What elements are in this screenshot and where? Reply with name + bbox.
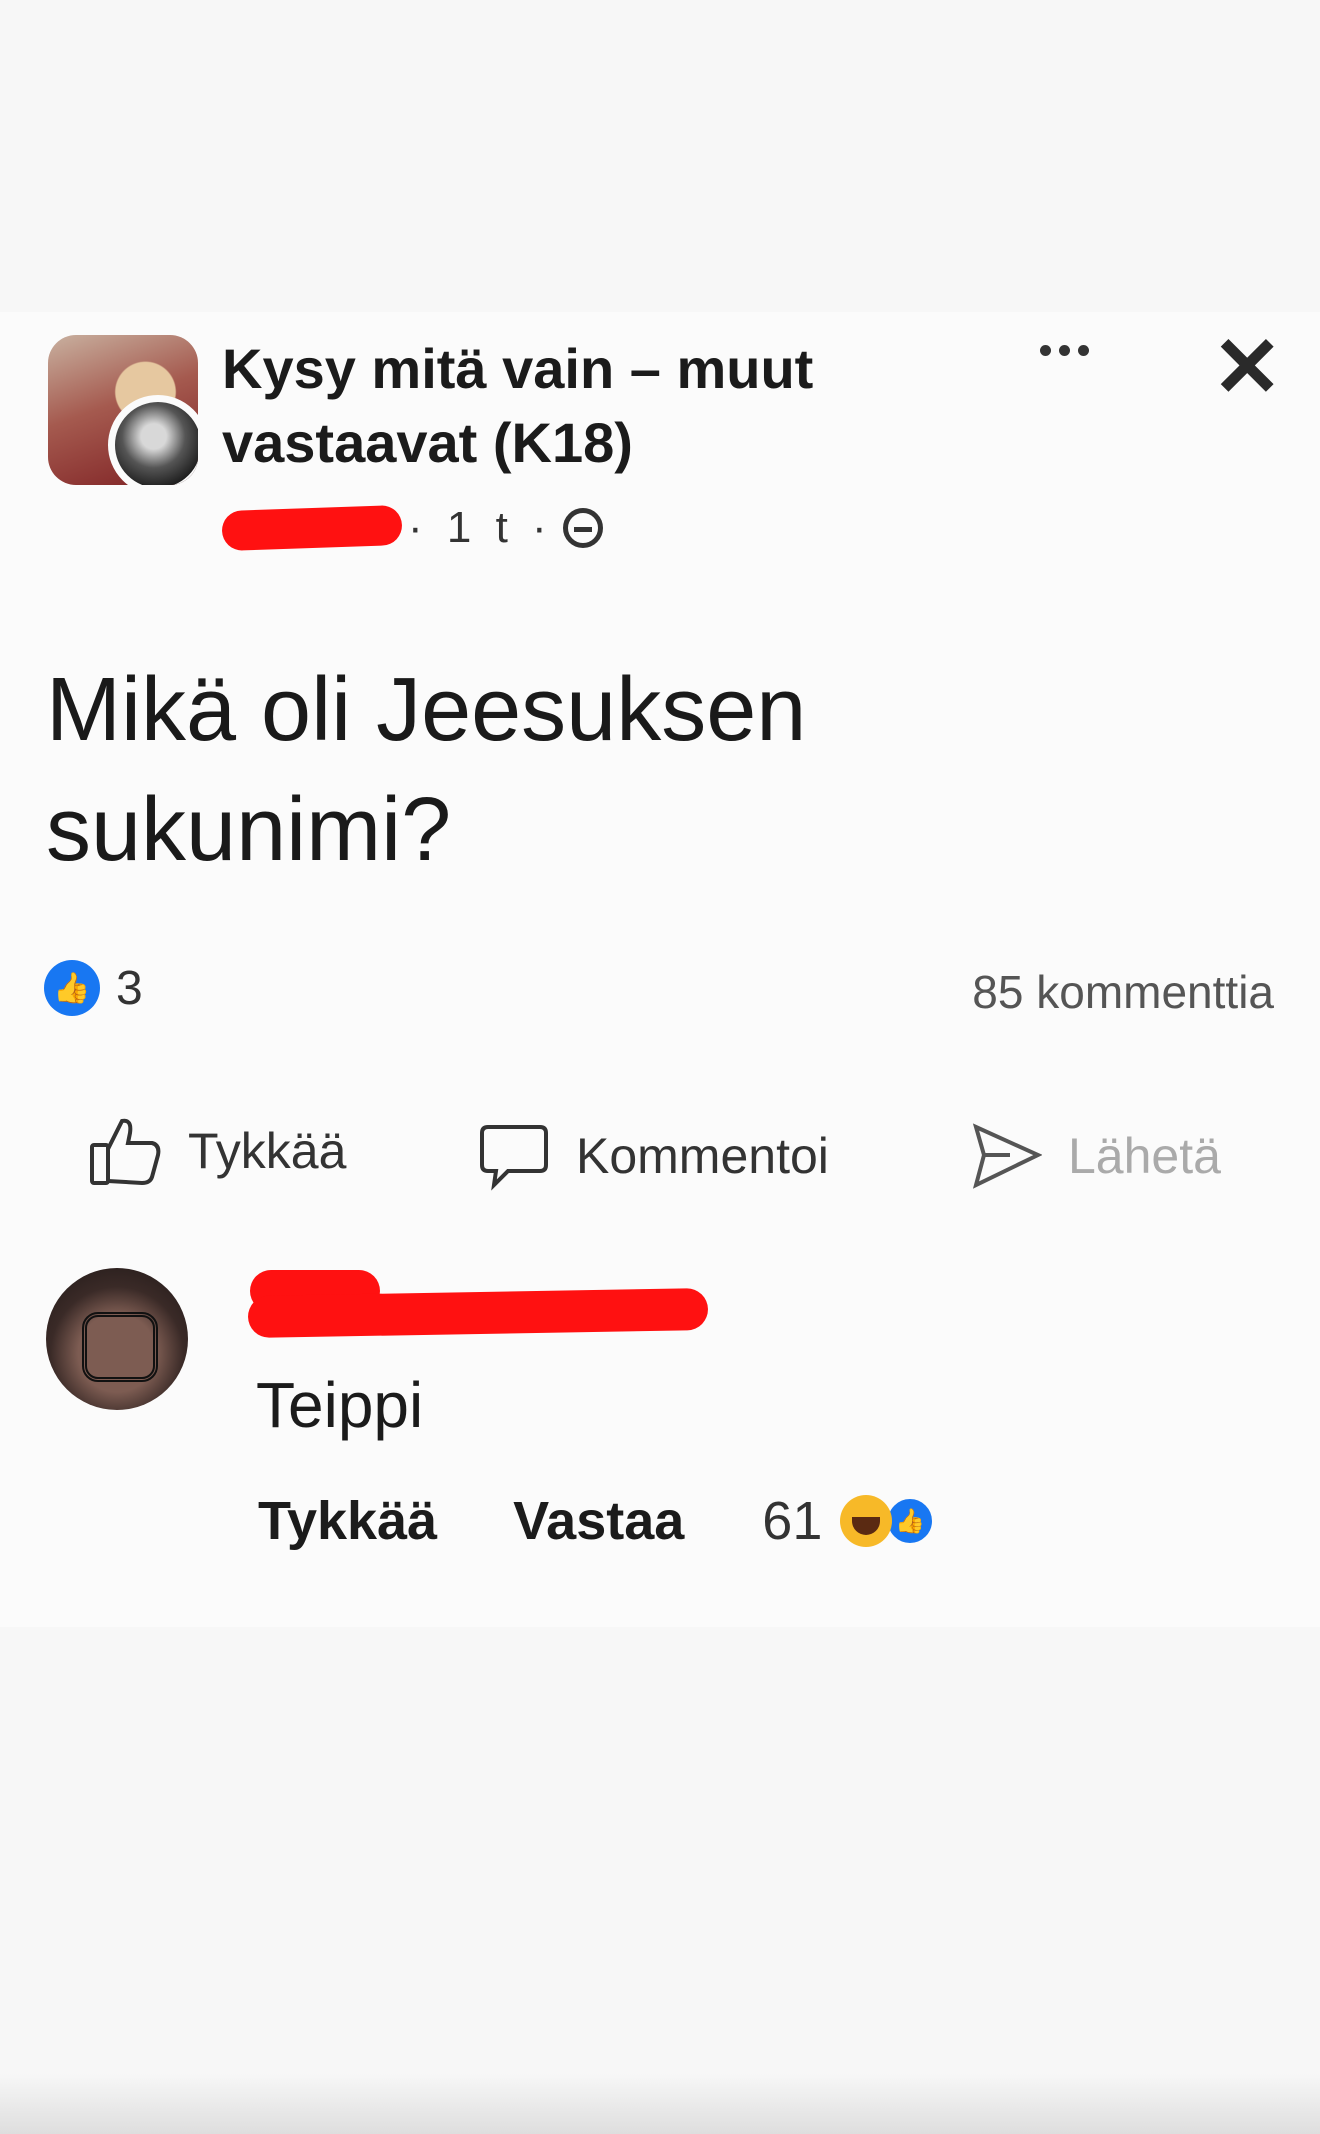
comment-button-label: Kommentoi bbox=[576, 1128, 829, 1184]
like-reaction-icon: 👍 bbox=[884, 1495, 937, 1547]
haha-reaction-icon bbox=[840, 1495, 893, 1547]
comment-reaction-count[interactable]: 61 bbox=[762, 1490, 822, 1552]
more-dots-icon bbox=[1040, 345, 1051, 356]
comment-reply-button[interactable]: Vastaa bbox=[513, 1490, 684, 1552]
comment-button[interactable]: Kommentoi bbox=[478, 1121, 829, 1191]
avatar-sticker bbox=[82, 1312, 158, 1382]
group-name[interactable]: Kysy mitä vain – muut vastaavat (K18) bbox=[222, 332, 922, 480]
redacted-commenter-name bbox=[247, 1270, 709, 1339]
redacted-author-name bbox=[221, 504, 403, 552]
comment-actions: Tykkää Vastaa 61 👍 bbox=[258, 1490, 937, 1552]
send-button-label: Lähetä bbox=[1068, 1128, 1221, 1184]
reaction-summary[interactable]: 👍 3 bbox=[44, 960, 143, 1016]
commenter-avatar[interactable] bbox=[46, 1268, 188, 1410]
post-action-bar: Tykkää Kommentoi Lähetä bbox=[0, 1115, 1320, 1195]
more-options-button[interactable] bbox=[1040, 345, 1089, 356]
thumbs-up-icon bbox=[90, 1118, 161, 1186]
like-badge-icon: 👍 bbox=[44, 960, 100, 1016]
group-privacy-icon bbox=[562, 508, 603, 548]
post-time: · 1 t · bbox=[408, 503, 553, 552]
like-button[interactable]: Tykkää bbox=[88, 1115, 346, 1187]
comment-count[interactable]: 85 kommenttia bbox=[972, 965, 1274, 1019]
group-avatar[interactable] bbox=[48, 335, 198, 485]
send-arrow-icon bbox=[972, 1123, 1042, 1189]
send-button[interactable]: Lähetä bbox=[970, 1121, 1221, 1191]
post-body: Mikä oli Jeesuksen sukunimi? bbox=[46, 660, 807, 880]
comment-like-button[interactable]: Tykkää bbox=[258, 1490, 437, 1552]
comment-bubble-icon bbox=[480, 1125, 548, 1191]
close-icon[interactable]: ✕ bbox=[1212, 325, 1282, 409]
comment-text: Teippi bbox=[256, 1369, 424, 1441]
like-button-label: Tykkää bbox=[188, 1123, 347, 1179]
post-meta: · 1 t · bbox=[221, 500, 603, 556]
bottom-edge bbox=[0, 2074, 1320, 2134]
like-count: 3 bbox=[116, 961, 143, 1015]
member-avatar bbox=[108, 395, 198, 485]
